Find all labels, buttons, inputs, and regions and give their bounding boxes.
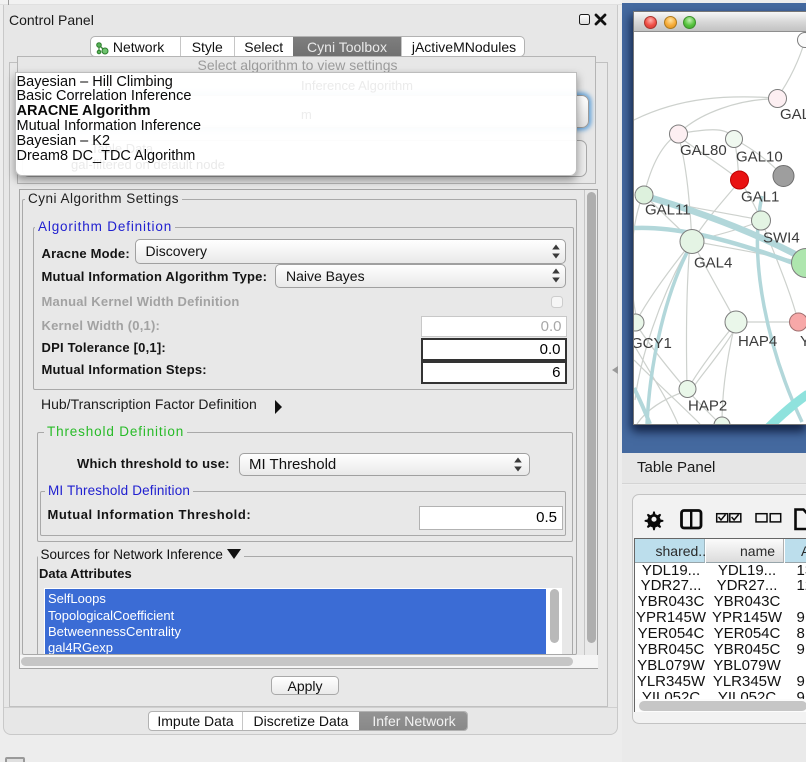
svg-text:HAP2: HAP2 <box>688 398 727 415</box>
svg-text:Y: Y <box>800 333 806 350</box>
svg-text:HAP4: HAP4 <box>738 333 777 350</box>
svg-text:GCY1: GCY1 <box>634 335 672 352</box>
svg-text:GAL1: GAL1 <box>741 189 779 206</box>
svg-text:GAL80: GAL80 <box>680 142 727 159</box>
svg-text:SWI4: SWI4 <box>763 230 800 247</box>
svg-text:GAL: GAL <box>780 106 806 123</box>
svg-text:GAL4: GAL4 <box>694 255 732 272</box>
svg-text:GAL10: GAL10 <box>736 149 783 166</box>
svg-text:GAL11: GAL11 <box>645 202 691 219</box>
